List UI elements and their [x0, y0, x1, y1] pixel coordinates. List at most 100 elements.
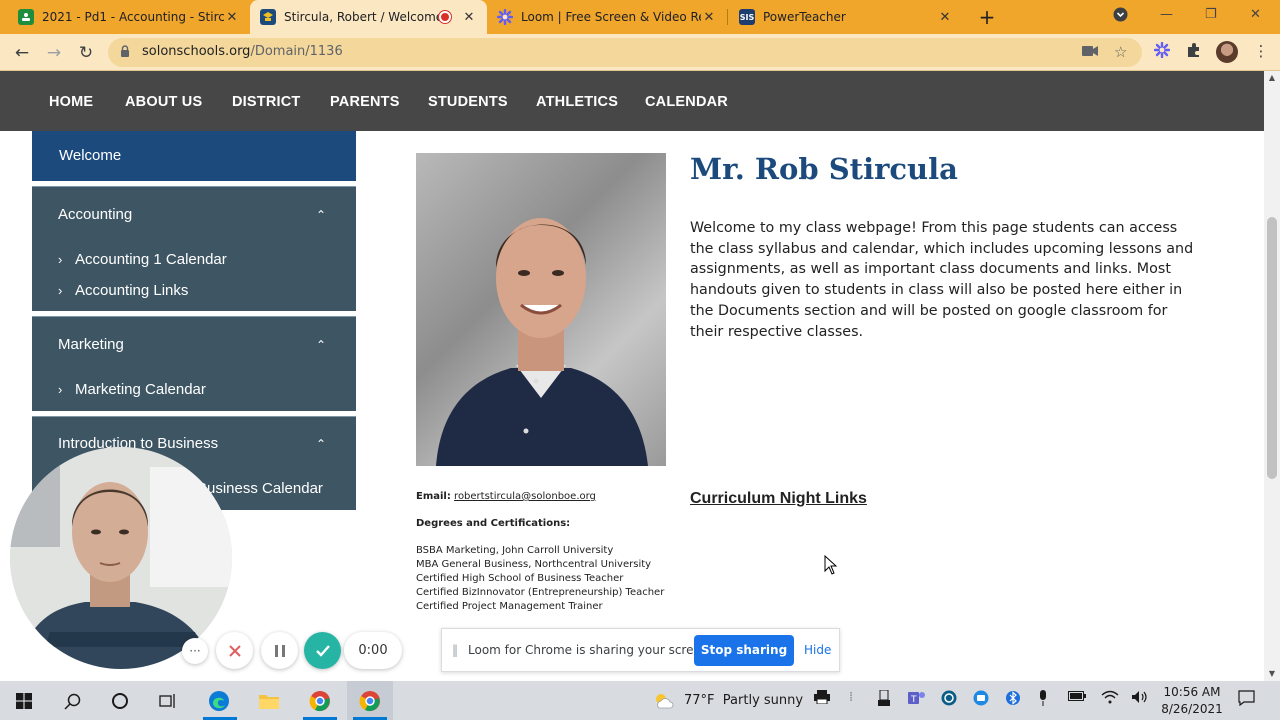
webex-icon[interactable]: [941, 690, 957, 710]
address-bar[interactable]: solonschools.org/Domain/1136 ☆: [108, 38, 1142, 67]
profile-avatar[interactable]: [1216, 41, 1238, 63]
nav-about-us[interactable]: ABOUT US: [125, 94, 202, 110]
back-arrow-icon[interactable]: ←: [10, 41, 34, 65]
close-tab-icon[interactable]: ✕: [224, 10, 240, 25]
degree-item: MBA General Business, Northcentral Unive…: [416, 559, 652, 570]
bookmark-star-icon[interactable]: ☆: [1114, 43, 1127, 61]
sidebar-item-business-calendar[interactable]: Business Calendar: [197, 480, 323, 497]
loom-finish-recording-icon[interactable]: [304, 632, 341, 669]
loom-more-options-icon[interactable]: ···: [182, 638, 208, 664]
scrollbar-thumb[interactable]: [1267, 217, 1277, 479]
tab-title: Loom | Free Screen & Video Recording: [521, 10, 701, 24]
teams-icon[interactable]: T: [908, 690, 926, 710]
new-tab-button[interactable]: +: [975, 5, 999, 29]
browser-tab-powerteacher[interactable]: SIS PowerTeacher ✕: [729, 0, 963, 34]
site-navigation: HOME ABOUT US DISTRICT PARENTS STUDENTS …: [0, 71, 1264, 131]
curriculum-night-link[interactable]: Curriculum Night Links: [690, 490, 867, 508]
nav-athletics[interactable]: ATHLETICS: [536, 94, 618, 110]
chevron-up-icon[interactable]: ⌃: [316, 338, 326, 352]
nav-students[interactable]: STUDENTS: [428, 94, 508, 110]
search-icon[interactable]: [60, 689, 84, 713]
google-classroom-icon: [18, 9, 34, 25]
minimize-icon[interactable]: —: [1160, 7, 1173, 22]
degree-item: Certified BizInnovator (Entrepreneurship…: [416, 587, 665, 598]
close-tab-icon[interactable]: ✕: [937, 10, 953, 25]
sidebar-section-title[interactable]: Marketing: [58, 336, 124, 353]
url-text: solonschools.org/Domain/1136: [142, 44, 343, 59]
weather-condition: Partly sunny: [722, 693, 804, 708]
weather-partly-sunny-icon[interactable]: [652, 689, 676, 713]
close-tab-icon[interactable]: ✕: [461, 10, 477, 25]
extensions-puzzle-icon[interactable]: [1185, 42, 1203, 60]
sharing-message: Loom for Chrome is sharing your screen.: [468, 643, 713, 657]
tab-search-icon[interactable]: [1113, 7, 1128, 26]
notifications-icon[interactable]: [1238, 690, 1255, 710]
wifi-icon[interactable]: [1101, 690, 1119, 708]
printer-icon[interactable]: [814, 690, 830, 708]
scroll-down-arrow-icon[interactable]: ▼: [1264, 667, 1280, 681]
forward-arrow-icon[interactable]: →: [42, 41, 66, 65]
loom-pause-icon[interactable]: [261, 632, 298, 669]
sidebar-section-title[interactable]: Accounting: [58, 206, 132, 223]
sidebar-item-label: Accounting Links: [75, 282, 189, 299]
sidebar-item-label: Business Calendar: [197, 480, 323, 497]
bluetooth-icon[interactable]: [1006, 690, 1020, 710]
chrome-icon[interactable]: [358, 689, 382, 713]
sidebar-item-accounting-links[interactable]: › Accounting Links: [58, 282, 188, 299]
task-view-icon[interactable]: [156, 689, 180, 713]
nav-district[interactable]: DISTRICT: [232, 94, 300, 110]
windows-taskbar: [0, 681, 1280, 720]
microphone-icon[interactable]: [1038, 690, 1048, 710]
usb-device-icon[interactable]: [878, 689, 890, 710]
hide-sharing-bar-button[interactable]: Hide: [804, 643, 831, 657]
temperature-value: 77°F: [684, 693, 715, 708]
chevron-right-icon: ›: [58, 252, 63, 267]
chrome-profile-icon[interactable]: [308, 689, 332, 713]
nav-calendar[interactable]: CALENDAR: [645, 94, 728, 110]
chrome-menu-icon[interactable]: ⋮: [1252, 42, 1270, 60]
browser-tab-loom[interactable]: Loom | Free Screen & Video Recording ✕: [487, 0, 727, 34]
browser-tab-welcome[interactable]: Stircula, Robert / Welcome ✕: [250, 0, 487, 34]
url-host: solonschools.org: [142, 44, 251, 59]
clock-time: 10:56 AM: [1163, 685, 1221, 699]
contact-info: Email: robertstircula@solonboe.org Degre…: [416, 491, 676, 614]
welcome-paragraph: Welcome to my class webpage! From this p…: [690, 220, 1194, 340]
battery-icon[interactable]: [1068, 690, 1086, 705]
page-scrollbar[interactable]: ▲ ▼: [1264, 71, 1280, 681]
loom-cancel-recording-icon[interactable]: [216, 632, 253, 669]
browser-toolbar: ← → ↻ solonschools.org/Domain/1136 ☆ ⋮: [0, 34, 1280, 71]
nav-parents[interactable]: PARENTS: [330, 94, 400, 110]
chevron-right-icon: ›: [58, 283, 63, 298]
edge-browser-icon[interactable]: [207, 689, 231, 713]
clock-date: 8/26/2021: [1161, 702, 1223, 716]
mouse-pointer-icon: [824, 554, 838, 579]
loom-extension-icon[interactable]: [1153, 41, 1171, 60]
file-explorer-icon[interactable]: [257, 689, 281, 713]
loom-webcam-bubble[interactable]: [10, 447, 232, 669]
browser-tab-classroom[interactable]: 2021 - Pd1 - Accounting - Stircula ✕: [8, 0, 250, 34]
sidebar-item-label: Marketing Calendar: [75, 381, 206, 398]
sidebar-item-marketing-calendar[interactable]: › Marketing Calendar: [58, 381, 206, 398]
nav-home[interactable]: HOME: [49, 94, 93, 110]
chevron-up-icon[interactable]: ⌃: [316, 208, 326, 222]
drag-handle-icon[interactable]: ||: [452, 643, 458, 657]
loom-recording-timer: 0:00: [344, 632, 402, 669]
email-link[interactable]: robertstircula@solonboe.org: [454, 491, 596, 502]
chevron-up-icon[interactable]: ⌃: [316, 437, 326, 451]
scroll-up-arrow-icon[interactable]: ▲: [1264, 71, 1280, 85]
sidebar-item-accounting-calendar[interactable]: › Accounting 1 Calendar: [58, 251, 227, 268]
sidebar-item-welcome[interactable]: Welcome: [32, 131, 356, 181]
cortana-icon[interactable]: [108, 689, 132, 713]
meeting-app-icon[interactable]: [973, 690, 989, 710]
windows-start-icon[interactable]: [12, 689, 36, 713]
stop-sharing-button[interactable]: Stop sharing: [694, 635, 794, 666]
close-tab-icon[interactable]: ✕: [701, 10, 717, 25]
reload-icon[interactable]: ↻: [74, 41, 98, 65]
maximize-icon[interactable]: ❐: [1205, 7, 1217, 22]
page-title: Mr. Rob Stircula: [690, 152, 958, 186]
camera-in-use-icon[interactable]: [1082, 43, 1098, 61]
sidebar-section-accounting: Accounting ⌃ › Accounting 1 Calendar › Acc…: [32, 186, 356, 311]
close-window-icon[interactable]: ✕: [1250, 7, 1261, 22]
system-clock[interactable]: 10:56 AM 8/26/2021: [1160, 684, 1224, 718]
speaker-icon[interactable]: [1131, 690, 1149, 708]
